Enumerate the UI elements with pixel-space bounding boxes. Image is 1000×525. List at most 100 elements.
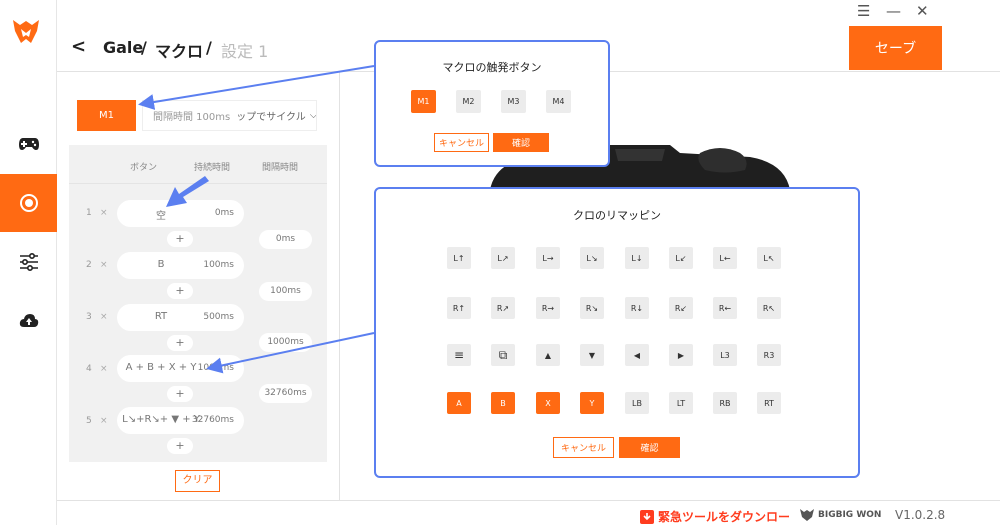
remap-key[interactable]: LT [669, 392, 693, 414]
remap-key[interactable]: L↖ [757, 247, 781, 269]
remap-key[interactable]: ◀ [625, 344, 649, 366]
delete-step-icon[interactable]: × [100, 364, 108, 374]
clear-button[interactable]: クリア [175, 470, 220, 492]
trigger-key-m1[interactable]: M1 [411, 90, 436, 113]
breadcrumb-device[interactable]: Gale [103, 38, 143, 57]
remap-key[interactable]: Y [580, 392, 604, 414]
macro-step[interactable]: L↘+R↘+ ▼ + Y 32760ms [117, 407, 244, 434]
remap-key[interactable]: RT [757, 392, 781, 414]
remap-key[interactable]: ⧉ [491, 344, 515, 366]
add-step-button[interactable]: + [167, 283, 193, 299]
remap-key[interactable]: X [536, 392, 560, 414]
step-key: A + B + X + Y [125, 362, 197, 373]
remap-key[interactable]: ▼ [580, 344, 604, 366]
sidebar [0, 0, 57, 525]
cancel-button[interactable]: キャンセル [553, 437, 614, 458]
macro-target-icon [19, 194, 38, 212]
remap-key[interactable]: R↙ [669, 297, 693, 319]
brand-mark-icon [800, 509, 814, 521]
close-icon[interactable]: ✕ [916, 2, 929, 20]
delete-step-icon[interactable]: × [100, 416, 108, 426]
step-interval[interactable]: 1000ms [259, 333, 312, 352]
add-step-button[interactable]: + [167, 438, 193, 454]
remap-key[interactable]: R↗ [491, 297, 515, 319]
remap-key[interactable]: B [491, 392, 515, 414]
panel-divider [339, 71, 340, 501]
column-header-interval: 間隔時間 [262, 163, 299, 173]
remap-key[interactable]: R↓ [625, 297, 649, 319]
step-interval[interactable]: 0ms [259, 230, 312, 249]
step-number: 3 [86, 312, 92, 322]
cycle-mode-select[interactable]: 間隔時間 100ms ップでサイクル ⌵ [142, 100, 317, 131]
remap-key[interactable]: L← [713, 247, 737, 269]
remap-key[interactable]: L3 [713, 344, 737, 366]
emergency-tool-download-link[interactable]: 緊急ツールをダウンロー [640, 508, 790, 525]
confirm-button[interactable]: 確認 [619, 437, 680, 458]
step-number: 5 [86, 416, 92, 426]
confirm-button[interactable]: 確認 [493, 133, 549, 152]
remap-key[interactable]: A [447, 392, 471, 414]
minimize-icon[interactable]: — [886, 2, 901, 20]
trigger-key-m3[interactable]: M3 [501, 90, 526, 113]
breadcrumb-separator: / [141, 38, 147, 57]
delete-step-icon[interactable]: × [100, 208, 108, 218]
step-duration: 0ms [214, 208, 234, 218]
trigger-key-m4[interactable]: M4 [546, 90, 571, 113]
popup-title: クロのリマッピン [573, 209, 661, 222]
delete-step-icon[interactable]: × [100, 260, 108, 270]
breadcrumb-separator: / [206, 38, 212, 57]
remap-key[interactable]: LB [625, 392, 649, 414]
add-step-button[interactable]: + [167, 335, 193, 351]
remap-key[interactable]: ▲ [536, 344, 560, 366]
breadcrumb-macro[interactable]: マクロ [155, 38, 203, 62]
chevron-down-icon: ⌵ [309, 110, 317, 121]
remap-key[interactable]: L↗ [491, 247, 515, 269]
remap-key[interactable]: R↑ [447, 297, 471, 319]
remap-key[interactable]: R↖ [757, 297, 781, 319]
save-button[interactable]: セーブ [849, 26, 942, 70]
remap-key[interactable]: L↓ [625, 247, 649, 269]
sidebar-item-macro[interactable] [0, 174, 57, 232]
macro-step[interactable]: 空 0ms [117, 200, 244, 227]
step-key: 空 [156, 211, 166, 222]
brand-logo-icon [13, 20, 39, 43]
download-text: 緊急ツールをダウンロー [658, 510, 791, 524]
brand-name: BIGBIG WON [818, 510, 882, 520]
remap-key[interactable]: R3 [757, 344, 781, 366]
remap-key[interactable]: L↑ [447, 247, 471, 269]
remap-key[interactable]: R→ [536, 297, 560, 319]
macro-step[interactable]: RT 500ms [117, 304, 244, 331]
version-label: V1.0.2.8 [895, 508, 946, 522]
cancel-button[interactable]: キャンセル [434, 133, 489, 152]
step-interval[interactable]: 100ms [259, 282, 312, 301]
app-window: ☰ — ✕ < Gale / マクロ / 設定 1 セーブ M1 間隔時間 10… [0, 0, 1000, 525]
remap-key[interactable]: L↘ [580, 247, 604, 269]
macro-key-button[interactable]: M1 [77, 100, 136, 131]
step-interval[interactable]: 32760ms [259, 384, 312, 403]
remap-key[interactable]: ▶ [669, 344, 693, 366]
remap-key[interactable]: RB [713, 392, 737, 414]
sidebar-item-cloud[interactable] [0, 292, 57, 350]
remap-key[interactable]: L→ [536, 247, 560, 269]
trigger-key-m2[interactable]: M2 [456, 90, 481, 113]
add-step-button[interactable]: + [167, 386, 193, 402]
remap-key[interactable]: R↘ [580, 297, 604, 319]
step-duration: 1000ms [197, 363, 234, 373]
popup-title: マクロの触発ボタン [442, 61, 542, 74]
add-step-button[interactable]: + [167, 231, 193, 247]
back-chevron-icon[interactable]: < [71, 36, 86, 57]
interval-label: 間隔時間 100ms [153, 112, 231, 123]
sidebar-item-settings[interactable] [0, 233, 57, 291]
gamepad-icon [18, 138, 39, 150]
remap-key[interactable]: R← [713, 297, 737, 319]
breadcrumb-current: 設定 1 [221, 42, 269, 61]
macro-step[interactable]: B 100ms [117, 252, 244, 279]
sidebar-item-gamepad[interactable] [0, 115, 57, 173]
macro-step[interactable]: A + B + X + Y 1000ms [117, 355, 244, 382]
step-duration: 32760ms [191, 415, 234, 425]
remap-key[interactable]: L↙ [669, 247, 693, 269]
hamburger-icon[interactable]: ☰ [857, 2, 870, 20]
remap-key[interactable]: ≡ [447, 344, 471, 366]
delete-step-icon[interactable]: × [100, 312, 108, 322]
download-icon [640, 509, 654, 524]
